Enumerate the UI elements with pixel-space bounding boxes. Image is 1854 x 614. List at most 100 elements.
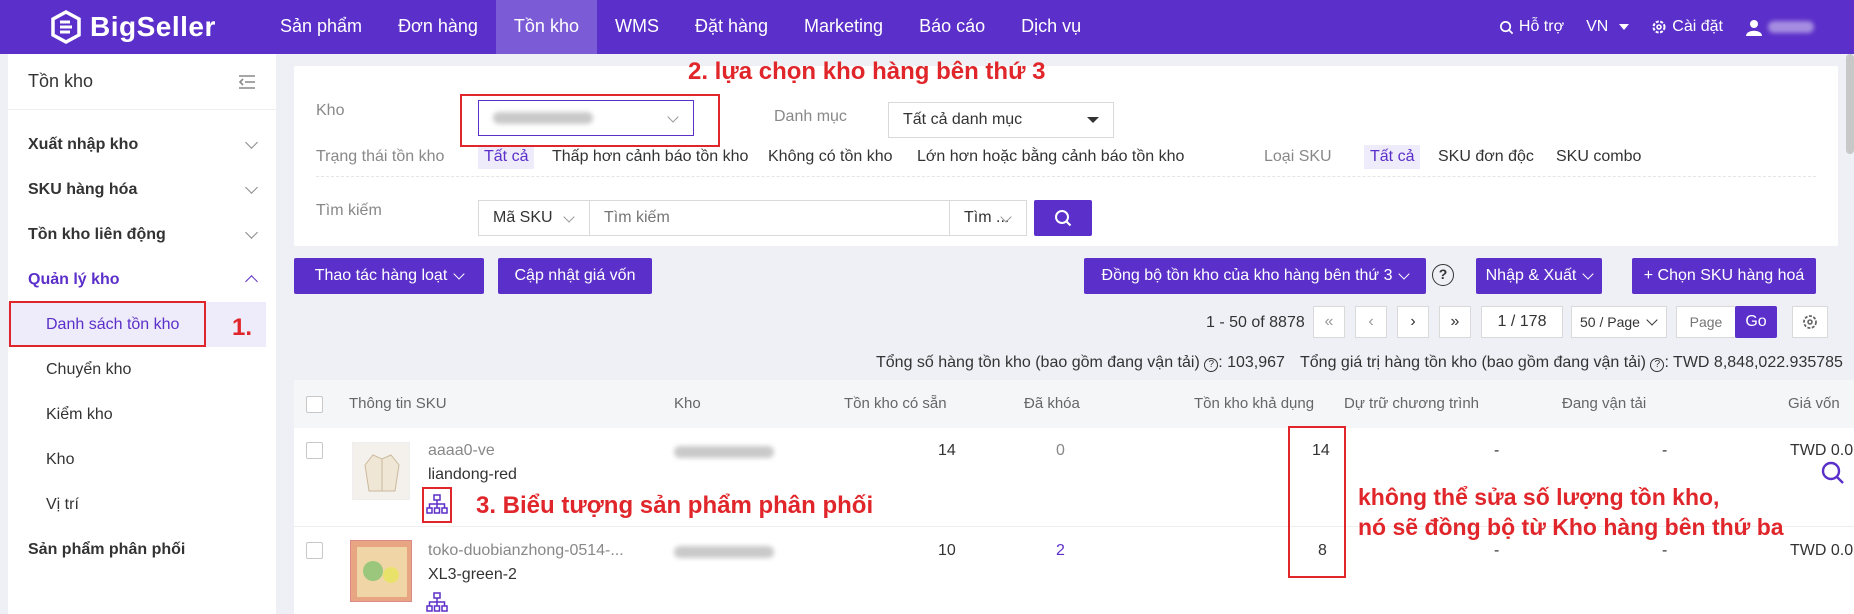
nav-purchase[interactable]: Đặt hàng bbox=[677, 0, 786, 54]
stock-status-no-stock[interactable]: Không có tồn kho bbox=[768, 148, 893, 166]
settings-link[interactable]: Cài đặt bbox=[1651, 18, 1723, 36]
bulk-actions-button[interactable]: Thao tác hàng loạt bbox=[294, 258, 484, 294]
update-cost-label: Cập nhật giá vốn bbox=[514, 267, 636, 284]
in-transit-qty: - bbox=[1662, 542, 1668, 559]
table-settings-button[interactable] bbox=[1792, 306, 1828, 338]
help-icon[interactable]: ? bbox=[1432, 264, 1454, 286]
first-page-button[interactable]: « bbox=[1313, 306, 1345, 338]
nav-reports[interactable]: Báo cáo bbox=[901, 0, 1003, 54]
stock-status-below-alert[interactable]: Thấp hơn cảnh báo tồn kho bbox=[552, 148, 748, 166]
search-button[interactable] bbox=[1034, 200, 1092, 236]
available-qty: 14 bbox=[938, 442, 956, 459]
cost-value: TWD 0.0 bbox=[1790, 542, 1854, 559]
cost-value: TWD 0.0 bbox=[1790, 442, 1854, 459]
page-scrollbar[interactable] bbox=[1846, 54, 1854, 154]
page-input[interactable] bbox=[1676, 306, 1736, 338]
language-label: VN bbox=[1586, 18, 1609, 35]
nav-products[interactable]: Sản phẩm bbox=[262, 0, 380, 54]
logo-text: BigSeller bbox=[90, 11, 216, 42]
search-label: Tìm kiếm bbox=[316, 202, 382, 219]
sidebar-item-warehouse[interactable]: Kho bbox=[8, 437, 276, 482]
chevron-down-icon bbox=[245, 226, 258, 239]
col-usable[interactable]: Tồn kho khả dụng bbox=[1194, 395, 1314, 412]
sidebar-group-stock-io[interactable]: Xuất nhập kho bbox=[8, 122, 276, 167]
col-available[interactable]: Tồn kho có sẵn bbox=[844, 395, 947, 412]
prev-page-button[interactable]: ‹ bbox=[1355, 306, 1387, 338]
warehouse-label: Kho bbox=[316, 102, 345, 119]
sidebar-item-distributed-products[interactable]: Sản phẩm phân phối bbox=[8, 527, 276, 572]
stock-status-above-alert[interactable]: Lớn hơn hoặc bằng cảnh báo tồn kho bbox=[917, 148, 1184, 166]
nav-marketing[interactable]: Marketing bbox=[786, 0, 901, 54]
user-menu[interactable] bbox=[1745, 18, 1814, 36]
nav-wms[interactable]: WMS bbox=[597, 0, 677, 54]
update-cost-button[interactable]: Cập nhật giá vốn bbox=[498, 258, 652, 294]
page-indicator: 1 / 178 bbox=[1481, 306, 1563, 338]
per-page-value: 50 / Page bbox=[1580, 314, 1640, 330]
total-qty-summary: Tổng số hàng tồn kho (bao gồm đang vận t… bbox=[876, 354, 1285, 372]
stock-status-label: Trạng thái tồn kho bbox=[316, 148, 445, 165]
search-input[interactable] bbox=[589, 200, 951, 236]
select-sku-button[interactable]: + Chọn SKU hàng hoá bbox=[1632, 258, 1816, 294]
collapse-sidebar-icon[interactable] bbox=[238, 74, 256, 90]
chevron-down-icon bbox=[1646, 314, 1658, 326]
main-nav: Sản phẩm Đơn hàng Tồn kho WMS Đặt hàng M… bbox=[262, 0, 1099, 54]
total-qty-label: Tổng số hàng tồn kho (bao gồm đang vận t… bbox=[876, 354, 1205, 371]
col-sku-info[interactable]: Thông tin SKU bbox=[349, 395, 447, 412]
sku-type-combo[interactable]: SKU combo bbox=[1556, 148, 1641, 166]
category-select[interactable]: Tất cả danh mục bbox=[888, 102, 1114, 138]
stock-status-all[interactable]: Tất cả bbox=[478, 145, 535, 169]
user-icon bbox=[1746, 20, 1762, 36]
search-mode-select[interactable]: Tìm ... bbox=[949, 200, 1027, 236]
bigseller-logo[interactable]: BigSeller bbox=[50, 10, 216, 44]
sku-type-single[interactable]: SKU đơn độc bbox=[1438, 148, 1534, 166]
sidebar-group-linked-stock[interactable]: Tồn kho liên động bbox=[8, 212, 276, 257]
sidebar-item-stocktake[interactable]: Kiểm kho bbox=[8, 392, 276, 437]
sidebar-group-sku[interactable]: SKU hàng hóa bbox=[8, 167, 276, 212]
next-page-button[interactable]: › bbox=[1397, 306, 1429, 338]
sidebar-group-label: Xuất nhập kho bbox=[28, 135, 139, 153]
help-icon[interactable]: ? bbox=[1204, 358, 1219, 372]
sidebar-item-location[interactable]: Vị trí bbox=[8, 482, 276, 527]
per-page-select[interactable]: 50 / Page bbox=[1571, 306, 1667, 338]
sku-type-all[interactable]: Tất cả bbox=[1364, 145, 1421, 169]
category-label: Danh mục bbox=[774, 108, 847, 125]
sidebar-header: Tồn kho bbox=[8, 54, 276, 110]
reserve-qty: - bbox=[1494, 542, 1500, 559]
col-locked[interactable]: Đã khóa bbox=[1024, 395, 1080, 412]
annotation-box-usable-stock bbox=[1288, 426, 1346, 578]
chevron-down-icon bbox=[1582, 268, 1595, 280]
sidebar-item-transfer[interactable]: Chuyển kho bbox=[8, 347, 276, 392]
pager-range: 1 - 50 of 8878 bbox=[1206, 314, 1305, 331]
import-export-label: Nhập & Xuất bbox=[1485, 267, 1577, 284]
last-page-button[interactable]: » bbox=[1439, 306, 1471, 338]
sku-code[interactable]: toko-duobianzhong-0514-... bbox=[428, 542, 624, 560]
sync-3pl-stock-button[interactable]: Đồng bộ tồn kho của kho hàng bên thứ 3 bbox=[1084, 258, 1426, 294]
sidebar-group-warehouse-mgmt[interactable]: Quản lý kho bbox=[8, 257, 276, 302]
username-blurred bbox=[1768, 21, 1814, 33]
chevron-down-icon bbox=[245, 136, 258, 149]
product-thumbnail[interactable] bbox=[352, 442, 410, 500]
sku-code[interactable]: aaaa0-ve bbox=[428, 442, 495, 460]
bulk-actions-label: Thao tác hàng loạt bbox=[314, 267, 448, 284]
search-field-select[interactable]: Mã SKU bbox=[478, 200, 590, 236]
locked-qty: 0 bbox=[1056, 442, 1065, 459]
go-button[interactable]: Go bbox=[1735, 306, 1777, 338]
row-checkbox[interactable] bbox=[306, 542, 323, 559]
annotation-box-warehouse bbox=[460, 94, 720, 147]
nav-services[interactable]: Dịch vụ bbox=[1003, 0, 1099, 54]
language-select[interactable]: VN bbox=[1586, 18, 1630, 36]
col-reserve: Dự trữ chương trình bbox=[1344, 395, 1479, 412]
select-all-checkbox[interactable] bbox=[306, 396, 323, 413]
import-export-button[interactable]: Nhập & Xuất bbox=[1476, 258, 1602, 294]
nav-orders[interactable]: Đơn hàng bbox=[380, 0, 496, 54]
sku-type-label: Loại SKU bbox=[1264, 148, 1332, 165]
search-icon[interactable] bbox=[1820, 460, 1846, 486]
product-thumbnail[interactable] bbox=[350, 540, 412, 602]
annotation-step-3: 3. Biểu tượng sản phẩm phân phối bbox=[476, 492, 874, 519]
locked-qty-link[interactable]: 2 bbox=[1056, 542, 1065, 560]
support-link[interactable]: Hỗ trợ bbox=[1499, 18, 1564, 36]
help-icon[interactable]: ? bbox=[1650, 358, 1665, 372]
nav-inventory[interactable]: Tồn kho bbox=[495, 0, 597, 54]
settings-label: Cài đặt bbox=[1672, 18, 1723, 35]
row-checkbox[interactable] bbox=[306, 442, 323, 459]
